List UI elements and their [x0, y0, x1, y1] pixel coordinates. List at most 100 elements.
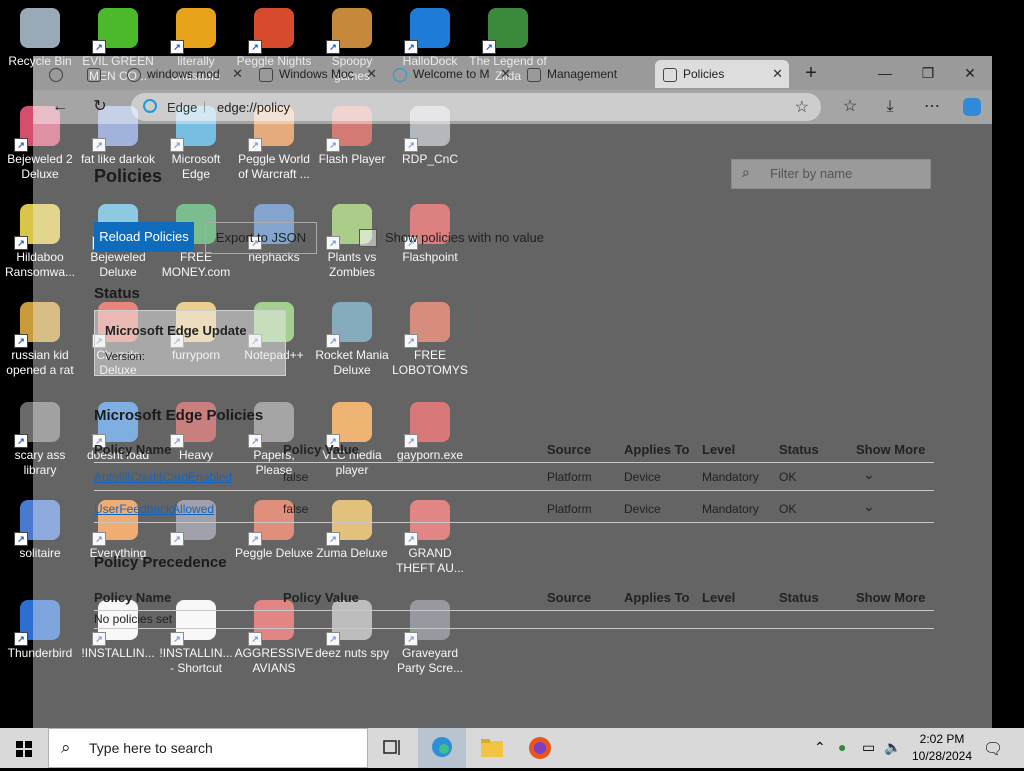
col-level[interactable]: Level	[702, 442, 735, 457]
col-applies-to[interactable]: Applies To	[624, 590, 689, 605]
user-icon[interactable]: ●	[838, 739, 846, 755]
copilot-icon[interactable]	[959, 94, 985, 120]
profile-icon[interactable]	[41, 60, 67, 88]
briefcase-icon	[663, 67, 677, 82]
app-icon	[20, 8, 60, 48]
col-applies-to[interactable]: Applies To	[624, 442, 689, 457]
taskbar-firefox[interactable]	[516, 728, 564, 768]
update-heading: Microsoft Edge Update	[105, 323, 247, 338]
shortcut-arrow-icon: ↗	[14, 138, 28, 152]
notifications-icon[interactable]: 🗨	[983, 739, 1003, 759]
export-json-button[interactable]: Export to JSON	[205, 222, 317, 254]
header-divider	[94, 610, 934, 611]
edge-icon	[143, 99, 157, 113]
clock[interactable]: 2:02 PM 10/28/2024	[904, 731, 980, 765]
firefox-icon	[529, 737, 551, 759]
shortcut-arrow-icon: ↗	[170, 40, 184, 54]
policy-name-link[interactable]: UserFeedbackAllowed	[94, 502, 214, 516]
policy-level: Mandatory	[702, 502, 759, 516]
downloads-icon[interactable]: ⤓	[877, 94, 903, 120]
shortcut-arrow-icon: ↗	[248, 40, 262, 54]
clock-date: 10/28/2024	[911, 749, 973, 763]
tab-welcome[interactable]: Welcome to M ✕	[385, 60, 517, 88]
policy-value: false	[283, 470, 309, 484]
task-view-button[interactable]	[368, 728, 416, 768]
col-level[interactable]: Level	[702, 590, 735, 605]
col-policy-value[interactable]: Policy Value	[283, 590, 359, 605]
search-icon: ⌕	[61, 738, 71, 757]
tab-policies[interactable]: Policies ✕	[655, 60, 789, 88]
site-label: Edge	[167, 100, 198, 115]
col-policy-name[interactable]: Policy Name	[94, 442, 171, 457]
col-policy-name[interactable]: Policy Name	[94, 590, 171, 605]
policy-source: Platform	[547, 502, 592, 516]
taskbar-edge[interactable]	[418, 728, 466, 768]
policy-source: Platform	[547, 470, 592, 484]
folder-icon	[481, 739, 503, 757]
reload-policies-button[interactable]: Reload Policies	[94, 222, 194, 252]
col-policy-value[interactable]: Policy Value	[283, 442, 359, 457]
search-placeholder: Type here to search	[89, 740, 213, 756]
col-status[interactable]: Status	[779, 590, 819, 605]
tab-management[interactable]: Management	[519, 60, 651, 88]
search-icon: ⌕	[742, 164, 750, 180]
policy-status: OK	[779, 470, 797, 484]
edge-policies-heading: Microsoft Edge Policies	[94, 407, 264, 424]
taskbar-search[interactable]: ⌕ Type here to search	[48, 728, 368, 768]
page-title: Policies	[94, 166, 163, 186]
edge-icon	[432, 737, 452, 757]
tab-windows-mod[interactable]: windows mod ✕	[119, 60, 249, 88]
new-tab-button[interactable]: +	[791, 60, 831, 86]
edge-browser-window: windows mod ✕ Windows Moc ✕ Welcome to M ✕ …	[33, 56, 992, 728]
page-icon	[259, 67, 273, 82]
more-menu-icon[interactable]: ⋯	[919, 94, 945, 120]
chevron-down-icon[interactable]: ⌄	[863, 466, 875, 483]
empty-policies-text: No policies set	[94, 612, 173, 626]
refresh-icon[interactable]: ↻	[87, 94, 113, 120]
close-tab-icon[interactable]: ✕	[772, 60, 783, 88]
col-show-more[interactable]: Show More	[856, 442, 925, 457]
address-bar[interactable]: Edge | edge://policy ☆	[131, 93, 821, 121]
col-source[interactable]: Source	[547, 590, 591, 605]
network-icon[interactable]: ▭	[862, 739, 875, 756]
policy-level: Mandatory	[702, 470, 759, 484]
minimize-button[interactable]: —	[865, 60, 905, 86]
policy-name-link[interactable]: AutofillCreditCardEnabled	[94, 470, 232, 484]
back-icon[interactable]: ←	[47, 94, 73, 120]
taskbar: ⌕ Type here to search ⌃ ● ▭ 🔈 2:02 PM 10…	[0, 728, 1024, 768]
show-no-value-checkbox[interactable]	[359, 229, 377, 247]
tab-windows-moc[interactable]: Windows Moc ✕	[251, 60, 383, 88]
policy-applies-to: Device	[624, 502, 661, 516]
favorite-star-icon[interactable]: ☆	[795, 97, 809, 117]
filter-box[interactable]: ⌕	[731, 159, 931, 189]
taskbar-file-explorer[interactable]	[468, 728, 516, 768]
restore-button[interactable]: ❐	[908, 60, 948, 86]
shortcut-arrow-icon: ↗	[482, 40, 496, 54]
close-tab-icon[interactable]: ✕	[366, 60, 377, 88]
row-divider	[94, 522, 934, 523]
col-show-more[interactable]: Show More	[856, 590, 925, 605]
search-icon	[127, 67, 141, 82]
clock-time: 2:02 PM	[919, 732, 965, 746]
col-status[interactable]: Status	[779, 442, 819, 457]
address-toolbar: ← ↻ Edge | edge://policy ☆ ☆ ⤓ ⋯	[33, 90, 992, 124]
policy-page: Policies ⌕ Reload Policies Export to JSO…	[33, 124, 992, 728]
favorites-icon[interactable]: ☆	[837, 94, 863, 120]
start-button[interactable]	[0, 728, 48, 768]
close-window-button[interactable]: ✕	[950, 60, 990, 86]
url-text[interactable]: edge://policy	[217, 100, 290, 115]
update-status-card: Microsoft Edge Update Version:	[94, 310, 286, 376]
col-source[interactable]: Source	[547, 442, 591, 457]
shortcut-arrow-icon: ↗	[92, 40, 106, 54]
address-separator: |	[203, 99, 207, 113]
close-tab-icon[interactable]: ✕	[500, 60, 511, 88]
policy-applies-to: Device	[624, 470, 661, 484]
chevron-down-icon[interactable]: ⌄	[863, 498, 875, 515]
shortcut-arrow-icon: ↗	[14, 334, 28, 348]
close-tab-icon[interactable]: ✕	[232, 60, 243, 88]
shortcut-arrow-icon: ↗	[326, 40, 340, 54]
edge-icon	[393, 67, 407, 82]
volume-icon[interactable]: 🔈	[884, 739, 901, 756]
chevron-up-icon[interactable]: ⌃	[814, 739, 826, 756]
filter-input[interactable]	[768, 165, 922, 182]
